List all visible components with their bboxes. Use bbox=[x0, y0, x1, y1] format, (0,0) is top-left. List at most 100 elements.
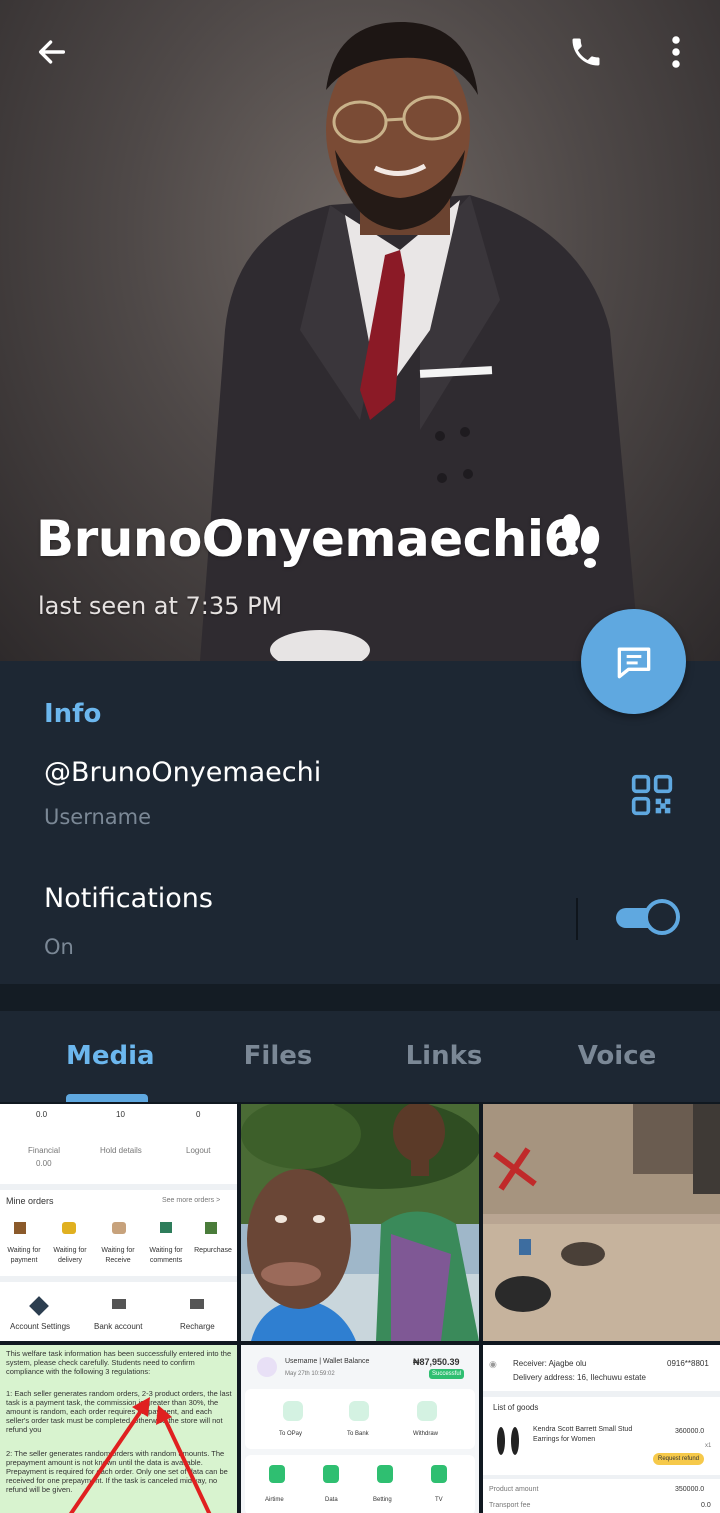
menu-label: Hold details bbox=[100, 1146, 142, 1155]
media-thumbnail[interactable]: 0.0 10 0 Financial Hold details Logout 0… bbox=[0, 1104, 237, 1341]
profile-photo[interactable]: BrunoOnyemaechi6 last seen at 7:35 PM bbox=[0, 0, 720, 661]
settings-tool-icon bbox=[29, 1296, 49, 1316]
action-label: To Bank bbox=[347, 1431, 369, 1437]
tab-media[interactable]: Media bbox=[66, 1041, 155, 1071]
item-quantity: x1 bbox=[705, 1443, 712, 1449]
info-title: Info bbox=[44, 699, 102, 729]
notifications-toggle[interactable] bbox=[614, 899, 680, 935]
bank-icon bbox=[349, 1401, 369, 1421]
delivery-address: Delivery address: 16, Ilechuwu estate bbox=[513, 1373, 646, 1382]
profile-name: BrunoOnyemaechi6 bbox=[36, 510, 578, 568]
withdraw-icon bbox=[417, 1401, 437, 1421]
see-more-link: See more orders > bbox=[162, 1197, 221, 1204]
order-icon bbox=[205, 1222, 217, 1234]
message-icon bbox=[617, 647, 650, 678]
red-arrow-annotation bbox=[68, 1397, 212, 1513]
active-tab-indicator bbox=[66, 1094, 148, 1102]
stat-value: 0.0 bbox=[36, 1110, 48, 1119]
back-arrow-icon bbox=[38, 40, 66, 64]
tab-files[interactable]: Files bbox=[238, 1041, 318, 1071]
menu-label: Account Settings bbox=[10, 1322, 71, 1331]
media-screenshot-order[interactable]: ◉ Receiver: Ajagbe olu 0916**8801 Delive… bbox=[483, 1345, 720, 1513]
airtime-icon bbox=[269, 1465, 285, 1483]
phone-icon bbox=[572, 38, 600, 66]
earrings-image bbox=[497, 1427, 519, 1455]
divider bbox=[0, 1276, 237, 1282]
tab-voice[interactable]: Voice bbox=[572, 1041, 662, 1071]
order-status: Waiting for delivery bbox=[53, 1247, 87, 1264]
qr-code-icon[interactable] bbox=[630, 773, 674, 817]
action-label: Withdraw bbox=[413, 1431, 439, 1437]
service-label: TV bbox=[435, 1497, 443, 1503]
item-name: Kendra Scott Barrett Small Stud Earrings… bbox=[533, 1426, 633, 1443]
betting-icon bbox=[377, 1465, 393, 1483]
media-screenshot-wallet[interactable]: Username | Wallet Balance May 27th 10:59… bbox=[241, 1345, 479, 1513]
menu-label: Recharge bbox=[180, 1322, 215, 1331]
service-label: Data bbox=[325, 1497, 338, 1503]
media-photo-selfie[interactable] bbox=[241, 1104, 479, 1341]
status-badge: Successful bbox=[429, 1369, 465, 1379]
stat-value: 0 bbox=[196, 1110, 201, 1119]
wallet-title: Username | Wallet Balance bbox=[285, 1358, 370, 1365]
product-amount: 350000.0 bbox=[675, 1486, 705, 1493]
receiver-phone: 0916**8801 bbox=[667, 1359, 709, 1368]
service-label: Airtime bbox=[265, 1497, 284, 1503]
order-icon bbox=[14, 1222, 26, 1234]
menu-label: Bank account bbox=[94, 1322, 143, 1331]
send-message-button[interactable] bbox=[581, 609, 686, 714]
order-status: Repurchase bbox=[194, 1247, 232, 1254]
menu-label: Logout bbox=[186, 1146, 211, 1155]
order-icon bbox=[160, 1222, 172, 1233]
media-screenshot-text[interactable]: This welfare task information has been s… bbox=[0, 1345, 237, 1513]
action-label: To OPay bbox=[279, 1431, 303, 1437]
username-label: Username bbox=[44, 805, 152, 829]
request-refund-button: Request refund bbox=[653, 1453, 705, 1465]
menu-label: Financial bbox=[28, 1146, 61, 1155]
divider bbox=[483, 1475, 720, 1479]
data-icon bbox=[323, 1465, 339, 1483]
username-value[interactable]: @BrunoOnyemaechi bbox=[44, 757, 321, 788]
shared-media-tabs: Media Files Links Voice bbox=[0, 1011, 720, 1102]
section-divider bbox=[0, 984, 720, 1011]
transport-fee: 0.0 bbox=[701, 1502, 711, 1509]
order-icon bbox=[62, 1222, 76, 1234]
order-status: Waiting for payment bbox=[7, 1247, 41, 1264]
goods-list-title: List of goods bbox=[493, 1403, 539, 1412]
call-button[interactable] bbox=[562, 28, 610, 76]
more-options-button[interactable] bbox=[652, 28, 700, 76]
more-vertical-icon bbox=[672, 36, 680, 68]
bank-icon bbox=[112, 1299, 126, 1309]
notifications-value: On bbox=[44, 935, 74, 959]
financial-value: 0.00 bbox=[36, 1159, 52, 1168]
stat-value: 10 bbox=[116, 1110, 125, 1119]
service-label: Betting bbox=[373, 1497, 392, 1503]
building-image bbox=[483, 1104, 720, 1341]
order-status: Waiting for Receive bbox=[101, 1247, 135, 1264]
toggle-knob bbox=[644, 899, 680, 935]
selfie-image bbox=[241, 1104, 479, 1341]
recharge-icon bbox=[190, 1299, 204, 1309]
media-grid: 0.0 10 0 Financial Hold details Logout 0… bbox=[0, 1102, 720, 1513]
wallet-amount: ₦87,950.39 bbox=[413, 1357, 460, 1367]
divider bbox=[0, 1184, 237, 1190]
divider bbox=[483, 1391, 720, 1397]
tab-links[interactable]: Links bbox=[400, 1041, 488, 1071]
tv-icon bbox=[431, 1465, 447, 1483]
order-status: Waiting for comments bbox=[149, 1247, 183, 1264]
notifications-divider bbox=[576, 898, 578, 940]
product-amount-label: Product amount bbox=[489, 1486, 539, 1493]
opay-icon bbox=[283, 1401, 303, 1421]
last-seen-status: last seen at 7:35 PM bbox=[38, 592, 283, 620]
footprints-emoji-icon[interactable] bbox=[556, 512, 604, 574]
location-pin-icon: ◉ bbox=[489, 1359, 497, 1369]
item-price: 360000.0 bbox=[675, 1428, 705, 1435]
order-icon bbox=[112, 1222, 126, 1234]
wallet-date: May 27th 10:59:02 bbox=[285, 1371, 335, 1377]
receiver-text: Receiver: Ajagbe olu bbox=[513, 1359, 587, 1368]
back-button[interactable] bbox=[28, 28, 76, 76]
mine-orders-title: Mine orders bbox=[6, 1196, 54, 1206]
wallet-avatar-icon bbox=[257, 1357, 277, 1377]
notifications-label[interactable]: Notifications bbox=[44, 883, 213, 914]
transport-fee-label: Transport fee bbox=[489, 1502, 531, 1509]
media-photo-building[interactable] bbox=[483, 1104, 720, 1341]
